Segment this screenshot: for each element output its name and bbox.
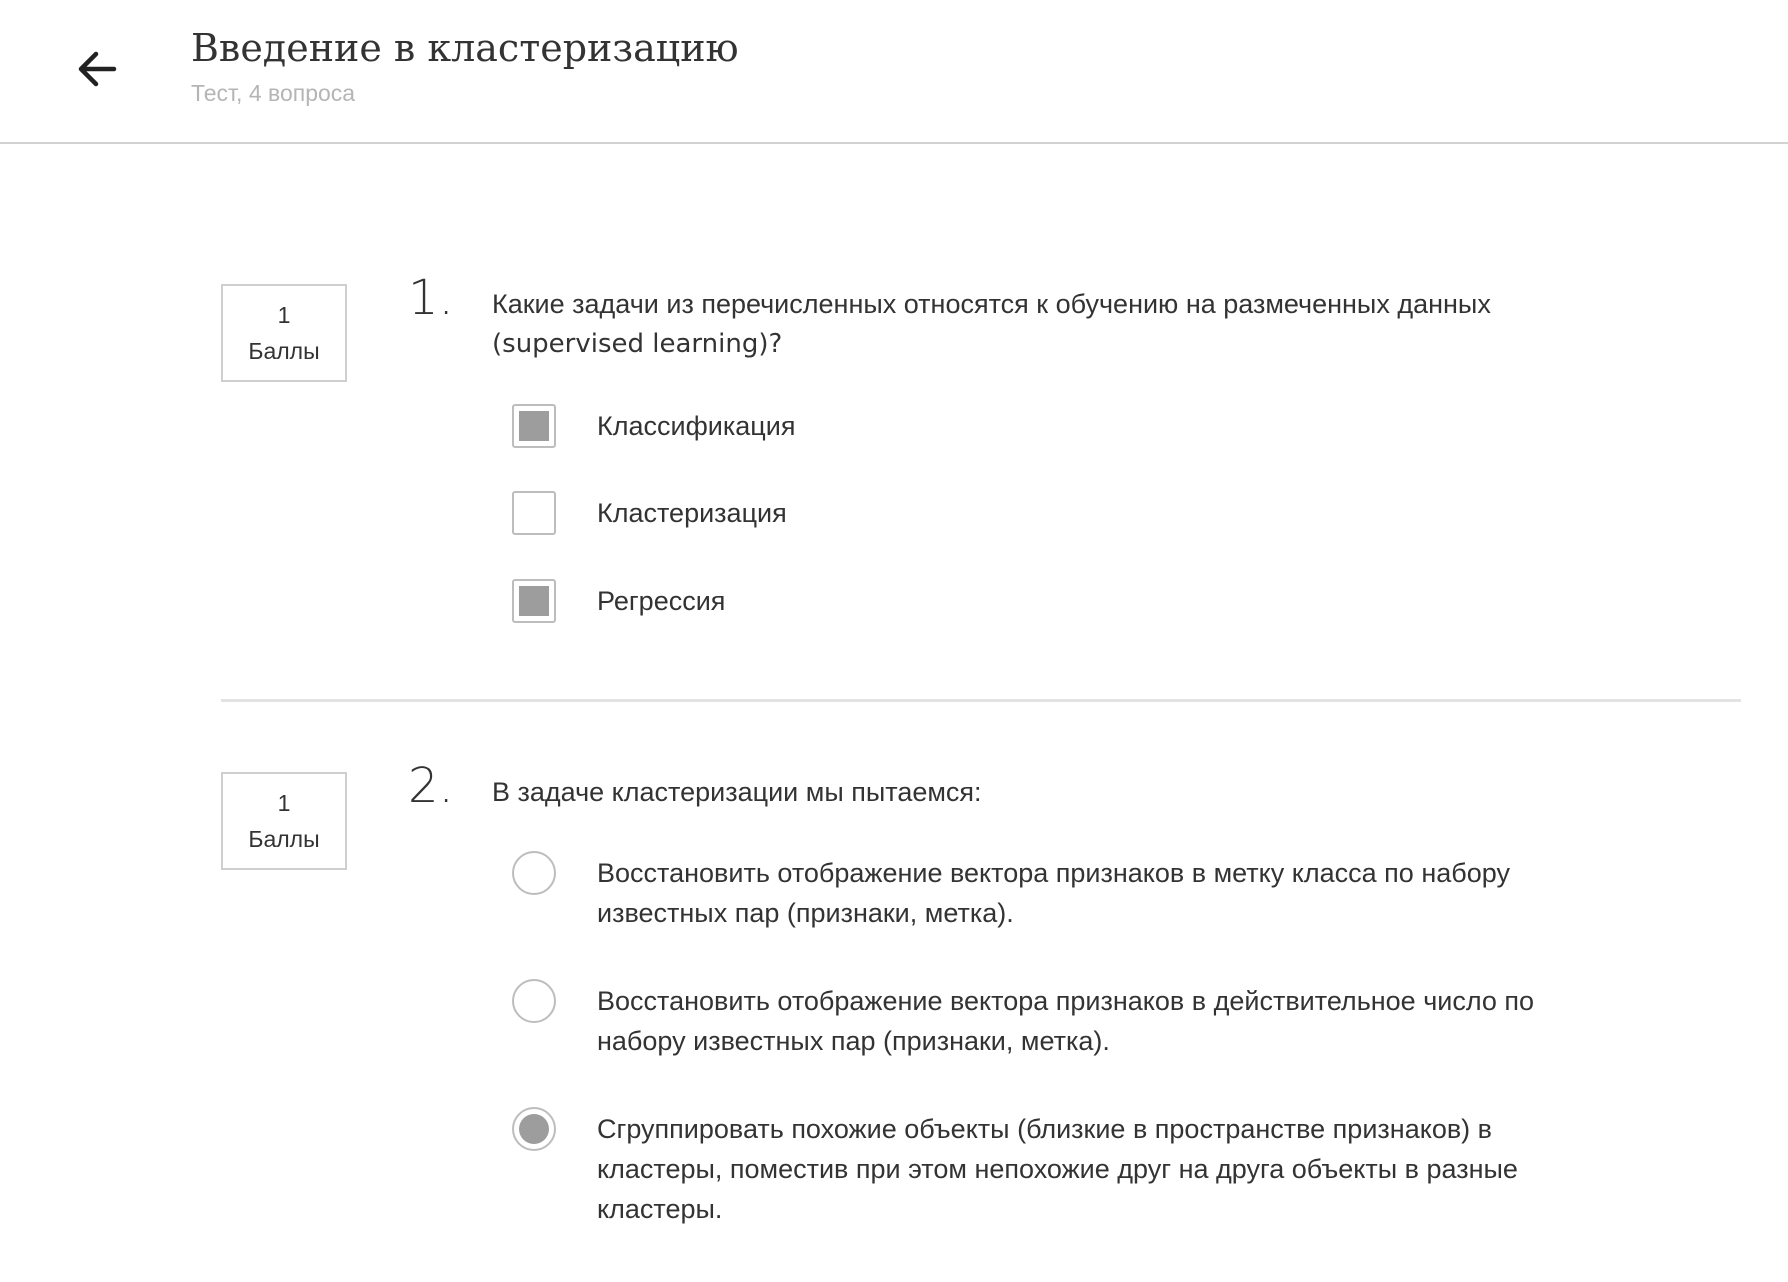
- radio-unselected[interactable]: [512, 979, 556, 1023]
- option-label: Кластеризация: [597, 498, 787, 528]
- checkbox-unchecked[interactable]: [512, 491, 556, 535]
- points-box: 1 Баллы: [221, 772, 347, 870]
- question-text-line: Какие задачи из перечисленных относятся …: [492, 289, 1491, 319]
- page-header: Введение в кластеризацию Тест, 4 вопроса: [0, 0, 1788, 144]
- checkbox-checked[interactable]: [512, 404, 556, 448]
- option-label-line: Сгруппировать похожие объекты (близкие в…: [597, 1114, 1493, 1144]
- back-button[interactable]: [70, 42, 126, 98]
- question-text: В задаче кластеризации мы пытаемся:: [492, 777, 982, 807]
- points-box: 1 Баллы: [221, 284, 347, 382]
- option-label: Восстановить отображение вектора признак…: [597, 981, 1597, 1061]
- points-label: Баллы: [248, 338, 320, 364]
- points-label: Баллы: [248, 826, 320, 852]
- radio-unselected[interactable]: [512, 851, 556, 895]
- points-value: 1: [277, 790, 291, 816]
- option-label-line: набору известных пар (признаки, метка).: [597, 1026, 1110, 1056]
- question-text-line: (supervised learning)?: [492, 329, 783, 359]
- page-title: Введение в кластеризацию: [191, 26, 739, 70]
- option-label: Классификация: [597, 411, 796, 441]
- radio-selected[interactable]: [512, 1107, 556, 1151]
- option-label-line: Восстановить отображение вектора признак…: [597, 858, 1510, 888]
- option-label-line: кластеры, поместив при этом непохожие др…: [597, 1154, 1518, 1184]
- option-label-line: известных пар (признаки, метка).: [597, 898, 1014, 928]
- option-label-line: кластеры.: [597, 1194, 723, 1224]
- option-label-line: Восстановить отображение вектора признак…: [597, 986, 1535, 1016]
- arrow-left-icon: [78, 51, 117, 87]
- page-subtitle: Тест, 4 вопроса: [191, 80, 356, 106]
- points-value: 1: [277, 302, 291, 328]
- question-number: 1.: [408, 270, 454, 326]
- checkbox-checked[interactable]: [512, 579, 556, 623]
- option-label: Восстановить отображение вектора признак…: [597, 853, 1597, 933]
- question-divider: [221, 699, 1741, 702]
- option-label: Сгруппировать похожие объекты (близкие в…: [597, 1109, 1597, 1229]
- option-label: Регрессия: [597, 586, 726, 616]
- question-number: 2.: [408, 758, 454, 814]
- question-text: Какие задачи из перечисленных относятся …: [492, 284, 1592, 364]
